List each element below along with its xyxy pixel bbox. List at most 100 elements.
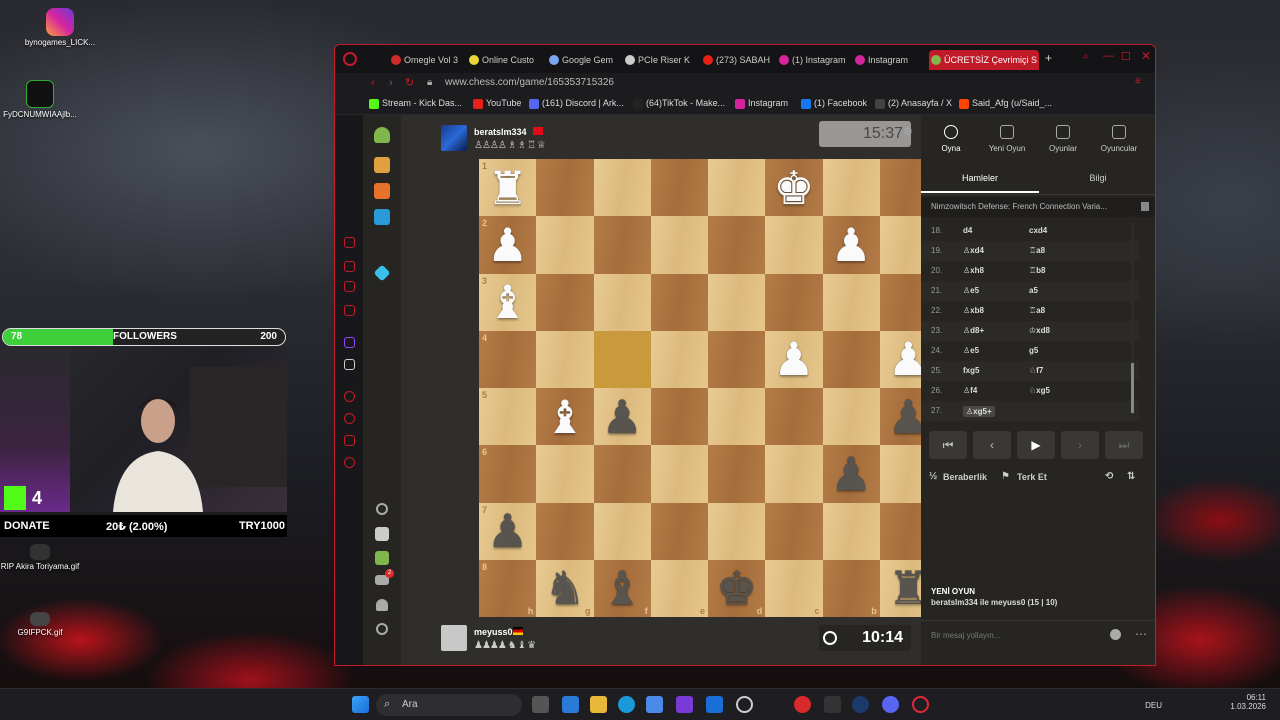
desktop-icon-akira[interactable]: RIP Akira Toriyama.gif xyxy=(0,544,80,571)
app-icon-2[interactable] xyxy=(706,696,723,713)
board-square[interactable] xyxy=(822,159,880,217)
first-move-button[interactable]: ⏮︎ xyxy=(929,431,967,459)
board-square[interactable] xyxy=(650,445,708,503)
chess-board[interactable]: 1♜♚2♟♟3♝4♟♟5♝♟♟6♟7♟8hg♞f♝ed♚cba♜ xyxy=(479,159,937,617)
store-icon[interactable] xyxy=(646,696,663,713)
board-square[interactable]: d ♚ xyxy=(708,559,766,617)
board-square[interactable] xyxy=(593,330,651,388)
sidebar-gx-icon[interactable] xyxy=(344,237,355,248)
url-field[interactable]: www.chess.com/game/165353715326 xyxy=(445,77,614,88)
board-square[interactable] xyxy=(822,273,880,331)
white-move[interactable]: ♙xb8 xyxy=(963,306,984,315)
subtab-moves[interactable]: Hamleler xyxy=(921,173,1039,193)
next-move-button[interactable]: › xyxy=(1061,431,1099,459)
bookmark-item[interactable]: Said_Afg (u/Said_... xyxy=(959,98,1052,109)
desktop-icon-fydcnum[interactable]: FyDCNUMWIAAjlb... xyxy=(0,80,80,119)
board-square[interactable]: b xyxy=(822,559,880,617)
resign-button[interactable]: Terk Et xyxy=(1017,472,1047,482)
white-move[interactable]: ♙e5 xyxy=(963,346,979,355)
move-list[interactable]: 18. d4 cxd4 19. ♙xd4 ♖a8 20. ♙xh8 ♖b8 21. ♙e5 a5 22.… xyxy=(921,221,1139,421)
board-square[interactable]: ♟ xyxy=(593,388,651,446)
browser-tab[interactable]: Google Gem xyxy=(547,50,617,70)
sidebar-settings-icon[interactable] xyxy=(344,457,355,468)
maximize-icon[interactable]: ☐ xyxy=(1121,50,1131,63)
browser-tab[interactable]: (1) Instagram xyxy=(777,50,847,70)
file-explorer-icon[interactable] xyxy=(590,696,607,713)
board-square[interactable] xyxy=(708,216,766,274)
search-icon[interactable] xyxy=(376,503,388,515)
black-move[interactable]: ♖b8 xyxy=(1029,266,1046,275)
black-move[interactable]: ♖a8 xyxy=(1029,246,1045,255)
settings-gear-icon[interactable] xyxy=(376,623,388,635)
white-move[interactable]: ♙f4 xyxy=(963,386,977,395)
board-square[interactable] xyxy=(593,445,651,503)
flip-board-icon[interactable]: ⇅ xyxy=(1127,471,1135,482)
diamond-icon[interactable] xyxy=(373,264,391,282)
friends-icon[interactable] xyxy=(375,551,389,565)
sidebar-twitch-icon[interactable] xyxy=(344,337,355,348)
emoji-icon[interactable] xyxy=(1110,629,1121,640)
more-options-icon[interactable]: ⋯ xyxy=(1135,627,1147,641)
board-square[interactable] xyxy=(536,502,594,560)
sidebar-history-icon[interactable] xyxy=(344,391,355,402)
clock-time[interactable]: 06:11 xyxy=(1230,693,1266,702)
board-square[interactable]: ♟ xyxy=(822,445,880,503)
offer-draw-button[interactable]: Beraberlik xyxy=(943,472,987,482)
bottom-player-name[interactable]: meyuss0 xyxy=(474,627,513,637)
board-square[interactable] xyxy=(765,502,823,560)
forward-icon[interactable]: › xyxy=(389,77,393,89)
board-square[interactable]: 4 xyxy=(479,330,537,388)
tab-games[interactable]: Oyunlar xyxy=(1035,121,1091,153)
white-pawn-icon[interactable]: ♟ xyxy=(831,222,872,268)
bookmark-item[interactable]: YouTube xyxy=(473,98,521,109)
desktop-icon-bynogames[interactable]: bynogames_LICK... xyxy=(20,8,100,47)
profile-avatar-icon[interactable] xyxy=(375,527,389,541)
menu-icon[interactable]: ≡ xyxy=(1135,76,1141,87)
previous-move-button[interactable]: ‹ xyxy=(973,431,1011,459)
search-icon[interactable]: ⌕ xyxy=(1083,51,1089,62)
board-square[interactable] xyxy=(822,388,880,446)
board-square[interactable]: ♝ xyxy=(536,388,594,446)
browser-tab[interactable]: Online Custo xyxy=(467,50,541,70)
task-view-icon[interactable] xyxy=(532,696,549,713)
black-pawn-icon[interactable]: ♟ xyxy=(831,451,872,497)
board-square[interactable] xyxy=(765,216,823,274)
white-bishop-icon[interactable]: ♝ xyxy=(544,394,585,440)
board-square[interactable] xyxy=(650,159,708,217)
epic-games-icon[interactable] xyxy=(824,696,841,713)
black-move[interactable]: cxd4 xyxy=(1029,226,1047,235)
black-move[interactable]: ♔xd8 xyxy=(1029,326,1050,335)
browser-tab[interactable]: PCIe Riser K xyxy=(623,50,695,70)
white-move[interactable]: ♙xd4 xyxy=(963,246,984,255)
board-square[interactable]: 6 xyxy=(479,445,537,503)
bookmark-item[interactable]: Stream - Kick Das... xyxy=(369,98,462,109)
edge-icon[interactable] xyxy=(618,696,635,713)
board-square[interactable] xyxy=(650,330,708,388)
board-square[interactable]: g ♞ xyxy=(536,559,594,617)
board-square[interactable] xyxy=(593,273,651,331)
board-square[interactable] xyxy=(536,330,594,388)
rematch-icon[interactable]: ⟲ xyxy=(1105,471,1113,482)
desktop-icon-g9ifpck[interactable]: G9IFPCK.gif xyxy=(0,612,80,637)
reload-icon[interactable]: ↻ xyxy=(405,76,414,89)
sidebar-shop-icon[interactable] xyxy=(344,261,355,272)
board-square[interactable] xyxy=(593,159,651,217)
board-square[interactable]: e xyxy=(650,559,708,617)
white-move[interactable]: ♙xg5+ xyxy=(963,406,995,417)
white-move[interactable]: ♙e5 xyxy=(963,286,979,295)
steam-icon[interactable] xyxy=(852,696,869,713)
minimize-icon[interactable]: — xyxy=(1103,50,1114,62)
board-square[interactable] xyxy=(708,502,766,560)
board-square[interactable]: c xyxy=(765,559,823,617)
move-list-scrollbar[interactable] xyxy=(1131,223,1134,413)
board-square[interactable]: ♚ xyxy=(765,159,823,217)
opera-gx-taskbar-icon[interactable] xyxy=(912,696,929,713)
board-square[interactable] xyxy=(650,502,708,560)
white-bishop-icon[interactable]: ♝ xyxy=(487,279,528,325)
bookmark-item[interactable]: Instagram xyxy=(735,98,788,109)
board-square[interactable] xyxy=(708,330,766,388)
subtab-info[interactable]: Bilgi xyxy=(1039,173,1155,183)
chess-pawn-logo-icon[interactable] xyxy=(374,127,390,143)
browser-tab[interactable]: Instagram xyxy=(853,50,923,70)
chat-input[interactable]: Bir mesaj yollayın... xyxy=(931,631,1000,640)
